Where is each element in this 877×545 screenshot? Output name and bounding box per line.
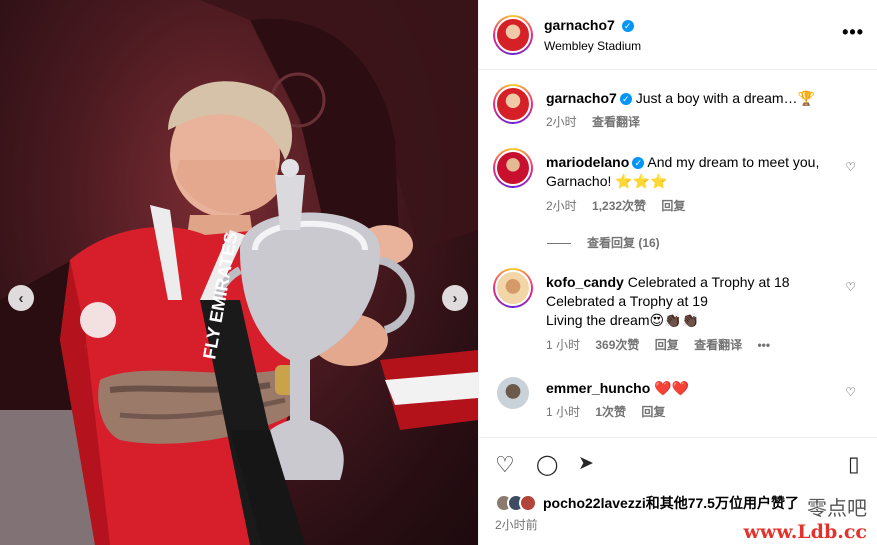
like-comment-heart-icon[interactable]: ♡: [845, 385, 856, 399]
post-time: 2小时前: [495, 518, 538, 532]
caption-username[interactable]: garnacho7: [546, 90, 617, 106]
verified-badge-icon: ✓: [632, 157, 645, 170]
author-avatar[interactable]: [493, 15, 533, 55]
comment-more-button[interactable]: •••: [757, 338, 770, 352]
reply-button[interactable]: 回复: [661, 199, 685, 213]
share-send-icon[interactable]: ➤: [578, 452, 594, 475]
watermark: 零点吧 www.Ldb.cc: [744, 492, 867, 543]
watermark-url: www.Ldb.cc: [743, 521, 867, 543]
verified-badge-icon: ✓: [621, 20, 634, 33]
more-options-button[interactable]: •••: [842, 22, 864, 43]
like-comment-heart-icon[interactable]: ♡: [845, 280, 856, 294]
badge-text: Emirates FA CUP: [85, 344, 132, 350]
post-photo: FLY EMIRATES Emirates FA CUP ‹ ›: [0, 0, 478, 545]
avatar-image: [495, 17, 531, 53]
avatar-image: [495, 86, 531, 122]
comment-meta: 1 小时 369次赞 回复 查看翻译 •••: [546, 336, 782, 353]
commenter-avatar[interactable]: [493, 268, 533, 308]
caption-time: 2小时: [546, 115, 577, 129]
comment-time: 1 小时: [546, 405, 581, 419]
comment-meta: 2小时 1,232次赞 回复: [546, 197, 697, 214]
reply-button[interactable]: 回复: [655, 338, 679, 352]
like-comment-heart-icon[interactable]: ♡: [845, 160, 856, 174]
view-replies-button[interactable]: 查看回复 (16): [547, 234, 660, 251]
previous-photo-button[interactable]: ‹: [8, 285, 34, 311]
liker-avatar: [519, 494, 537, 512]
avatar-image: [495, 270, 531, 306]
commenter-username[interactable]: mariodelano: [546, 154, 629, 170]
comment-bubble-icon[interactable]: ◯: [536, 452, 558, 477]
caption-avatar[interactable]: [493, 84, 533, 124]
caption-text: Just a boy with a dream…🏆: [635, 90, 815, 106]
post-header: garnacho7 ✓ Wembley Stadium •••: [479, 0, 877, 70]
chevron-left-icon: ‹: [18, 289, 24, 307]
avatar-image: [495, 150, 531, 186]
author-username-row: garnacho7 ✓: [544, 17, 634, 33]
commenter-username[interactable]: emmer_huncho: [546, 380, 650, 396]
post-location[interactable]: Wembley Stadium: [544, 39, 641, 53]
see-translation-button[interactable]: 查看翻译: [694, 338, 742, 352]
author-username[interactable]: garnacho7: [544, 17, 615, 33]
caption-meta: 2小时 查看翻译: [546, 113, 652, 130]
watermark-cn: 零点吧: [807, 496, 867, 520]
comment-text-row: mariodelano ✓ And my dream to meet you, G…: [546, 153, 836, 191]
commenter-avatar[interactable]: [493, 148, 533, 188]
chevron-right-icon: ›: [452, 289, 458, 307]
post-details-panel: garnacho7 ✓ Wembley Stadium ••• garnacho…: [478, 0, 877, 545]
caption-text-row: garnacho7 ✓ Just a boy with a dream…🏆: [546, 89, 836, 108]
like-heart-icon[interactable]: ♡: [495, 452, 515, 478]
save-bookmark-icon[interactable]: ▯: [848, 452, 860, 477]
comment-meta: 1 小时 1次赞 回复: [546, 403, 677, 420]
comment-likes[interactable]: 369次赞: [595, 338, 639, 352]
commenter-username[interactable]: kofo_candy: [546, 274, 624, 290]
commenter-avatar[interactable]: [497, 377, 529, 409]
see-translation-button[interactable]: 查看翻译: [592, 115, 640, 129]
comment-text-row: emmer_huncho ❤️❤️: [546, 379, 836, 398]
comment-likes[interactable]: 1次赞: [595, 405, 626, 419]
comment-text-row: kofo_candy Celebrated a Trophy at 18 Cel…: [546, 273, 836, 330]
comment-time: 1 小时: [546, 338, 581, 352]
comment-time: 2小时: [546, 199, 577, 213]
reply-button[interactable]: 回复: [641, 405, 665, 419]
photo-illustration: FLY EMIRATES Emirates FA CUP: [0, 0, 478, 545]
next-photo-button[interactable]: ›: [442, 285, 468, 311]
comment-text: ❤️❤️: [654, 380, 690, 396]
verified-badge-icon: ✓: [619, 93, 632, 106]
comment-likes[interactable]: 1,232次赞: [592, 199, 646, 213]
